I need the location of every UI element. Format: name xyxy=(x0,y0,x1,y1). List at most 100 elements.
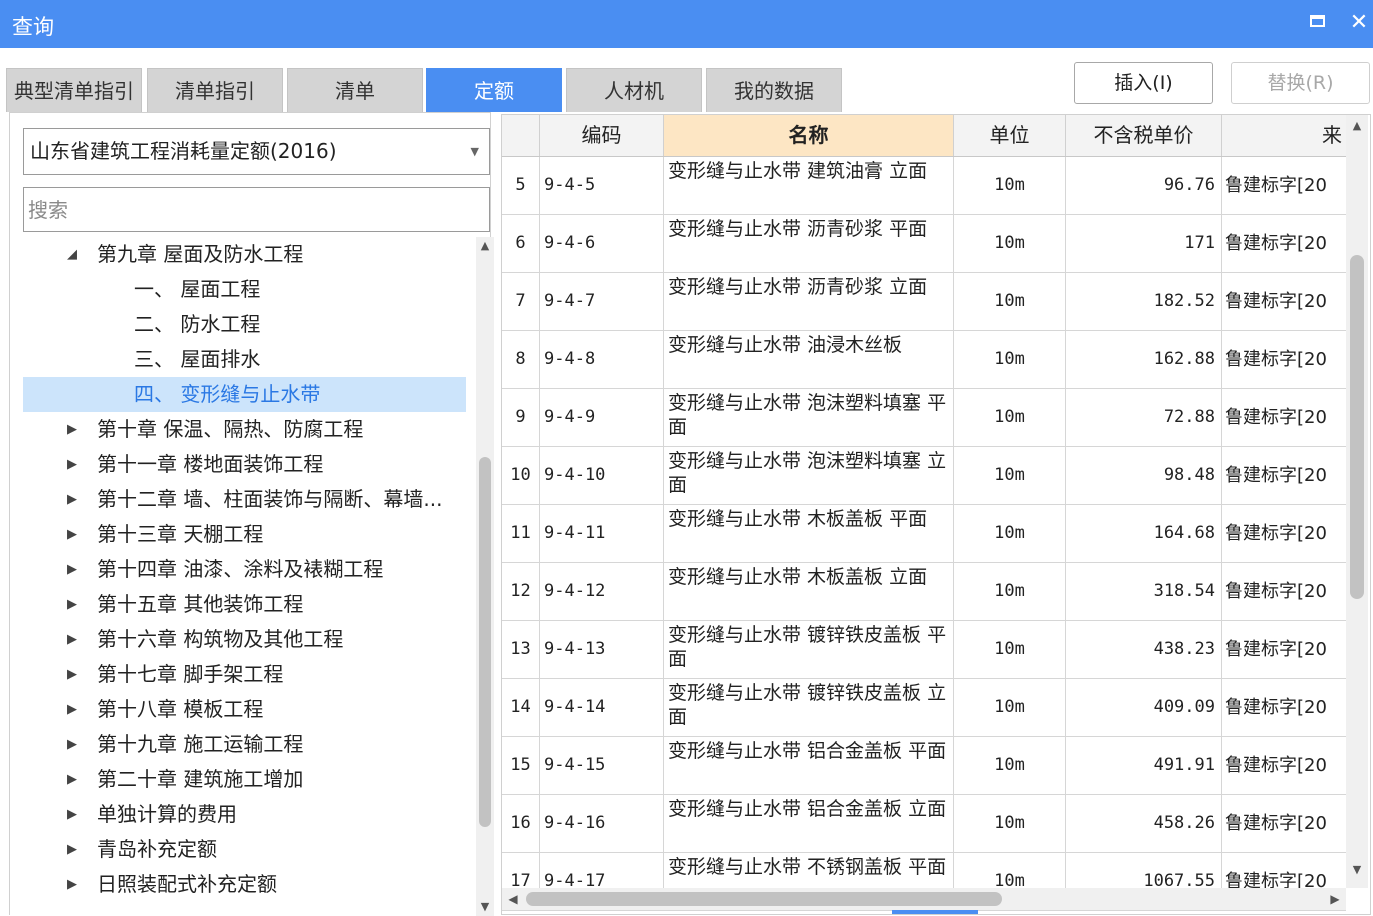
column-header-source[interactable]: 来 xyxy=(1222,115,1346,156)
tree-item[interactable]: ▶ 第十八章 模板工程 xyxy=(23,692,466,727)
cell-code: 9-4-5 xyxy=(540,157,664,214)
column-header-name[interactable]: 名称 xyxy=(664,115,954,156)
expand-icon[interactable]: ▶ xyxy=(67,412,77,447)
tree-item[interactable]: ▶ 第十二章 墙、柱面装饰与隔断、幕墙... xyxy=(23,482,466,517)
tab-list-guide[interactable]: 清单指引 xyxy=(147,68,283,112)
scroll-down-icon[interactable]: ▼ xyxy=(1348,861,1366,879)
tree-item-label: 第十八章 模板工程 xyxy=(97,697,264,721)
tree-item[interactable]: ▶ 青岛补充定额 xyxy=(23,832,466,867)
cell-index: 10 xyxy=(502,447,540,504)
tree-item[interactable]: ▶ 第十五章 其他装饰工程 xyxy=(23,587,466,622)
scrollbar-thumb[interactable] xyxy=(1350,255,1364,599)
tree-item[interactable]: ▶ 第十三章 天棚工程 xyxy=(23,517,466,552)
cell-name: 变形缝与止水带 铝合金盖板 平面 xyxy=(664,737,954,794)
expand-icon[interactable]: ▶ xyxy=(67,867,77,902)
table-row[interactable]: 6 9-4-6 变形缝与止水带 沥青砂浆 平面 10m 171 鲁建标字[20 xyxy=(502,215,1346,273)
expand-icon[interactable]: ▶ xyxy=(67,447,77,482)
cell-name: 变形缝与止水带 泡沫塑料填塞 立面 xyxy=(664,447,954,504)
table-row[interactable]: 14 9-4-14 变形缝与止水带 镀锌铁皮盖板 立面 10m 409.09 鲁建标字[2… xyxy=(502,679,1346,737)
tree-item[interactable]: 二、 防水工程 xyxy=(23,307,466,342)
scrollbar-thumb[interactable] xyxy=(526,892,1002,906)
table-row[interactable]: 11 9-4-11 变形缝与止水带 木板盖板 平面 10m 164.68 鲁建标字[20 xyxy=(502,505,1346,563)
splitter-handle[interactable] xyxy=(892,910,978,914)
tab-typical-list-guide[interactable]: 典型清单指引 xyxy=(6,68,142,112)
expand-icon[interactable]: ▶ xyxy=(67,727,77,762)
expand-icon[interactable]: ▶ xyxy=(67,692,77,727)
tree-item[interactable]: 一、 屋面工程 xyxy=(23,272,466,307)
column-header-index xyxy=(502,115,540,156)
expand-icon[interactable]: ▶ xyxy=(67,832,77,867)
left-panel: 山东省建筑工程消耗量定额(2016) ▼ ◢ 第九章 屋面及防水工程 一、 屋面… xyxy=(9,112,494,916)
tree-item-label: 第十章 保温、隔热、防腐工程 xyxy=(97,417,364,441)
tree-item-label: 第十七章 脚手架工程 xyxy=(97,662,284,686)
column-header-code[interactable]: 编码 xyxy=(540,115,664,156)
tree-item-label: 第二十章 建筑施工增加 xyxy=(97,767,304,791)
tree-item-label: 单独计算的费用 xyxy=(97,802,237,826)
table-row[interactable]: 5 9-4-5 变形缝与止水带 建筑油膏 立面 10m 96.76 鲁建标字[20 xyxy=(502,157,1346,215)
tab-labor-material-machine[interactable]: 人材机 xyxy=(566,68,702,112)
tree-item[interactable]: ▶ 单独计算的费用 xyxy=(23,797,466,832)
column-header-unit[interactable]: 单位 xyxy=(954,115,1066,156)
table-row[interactable]: 12 9-4-12 变形缝与止水带 木板盖板 立面 10m 318.54 鲁建标字[20 xyxy=(502,563,1346,621)
tree-item[interactable]: ▶ 第二十章 建筑施工增加 xyxy=(23,762,466,797)
search-input[interactable] xyxy=(23,187,490,232)
cell-index: 13 xyxy=(502,621,540,678)
expand-icon[interactable]: ▶ xyxy=(67,657,77,692)
cell-unit: 10m xyxy=(954,795,1066,852)
tree-item-selected[interactable]: 四、 变形缝与止水带 xyxy=(23,377,466,412)
scrollbar-thumb[interactable] xyxy=(479,457,491,827)
cell-source: 鲁建标字[20 xyxy=(1225,639,1327,660)
close-button[interactable]: ✕ xyxy=(1345,9,1373,37)
replace-button[interactable]: 替换(R) xyxy=(1231,62,1370,104)
tree-item[interactable]: 三、 屋面排水 xyxy=(23,342,466,377)
cell-index: 8 xyxy=(502,331,540,388)
tree-item[interactable]: ▶ 第十七章 脚手架工程 xyxy=(23,657,466,692)
expand-icon[interactable]: ▶ xyxy=(67,517,77,552)
column-header-price[interactable]: 不含税单价 xyxy=(1066,115,1222,156)
table-row[interactable]: 8 9-4-8 变形缝与止水带 油浸木丝板 10m 162.88 鲁建标字[20 xyxy=(502,331,1346,389)
table-horizontal-scrollbar[interactable]: ◀ ▶ xyxy=(502,888,1346,910)
cell-name: 变形缝与止水带 油浸木丝板 xyxy=(664,331,954,388)
library-select[interactable]: 山东省建筑工程消耗量定额(2016) ▼ xyxy=(23,128,490,175)
tab-my-data[interactable]: 我的数据 xyxy=(706,68,842,112)
insert-button[interactable]: 插入(I) xyxy=(1074,62,1213,104)
table-row[interactable]: 15 9-4-15 变形缝与止水带 铝合金盖板 平面 10m 491.91 鲁建标字[20 xyxy=(502,737,1346,795)
cell-index: 5 xyxy=(502,157,540,214)
collapse-icon[interactable]: ◢ xyxy=(67,237,77,272)
expand-icon[interactable]: ▶ xyxy=(67,762,77,797)
cell-source: 鲁建标字[20 xyxy=(1225,755,1327,776)
scroll-down-icon[interactable]: ▼ xyxy=(476,898,494,916)
tree-item[interactable]: ▶ 第十一章 楼地面装饰工程 xyxy=(23,447,466,482)
restore-button[interactable] xyxy=(1303,9,1331,37)
tree-item-label: 第十二章 墙、柱面装饰与隔断、幕墙... xyxy=(97,487,443,511)
tab-list[interactable]: 清单 xyxy=(287,68,423,112)
tree-item[interactable]: ▶ 日照装配式补充定额 xyxy=(23,867,466,902)
scroll-up-icon[interactable]: ▲ xyxy=(1348,117,1366,135)
table-row[interactable]: 7 9-4-7 变形缝与止水带 沥青砂浆 立面 10m 182.52 鲁建标字[20 xyxy=(502,273,1346,331)
scroll-up-icon[interactable]: ▲ xyxy=(476,237,494,255)
table-vertical-scrollbar[interactable]: ▲ ▼ xyxy=(1346,115,1368,888)
table-row[interactable]: 9 9-4-9 变形缝与止水带 泡沫塑料填塞 平面 10m 72.88 鲁建标字[20 xyxy=(502,389,1346,447)
tab-quota[interactable]: 定额 xyxy=(426,68,562,112)
tree-item[interactable]: ▶ 第十九章 施工运输工程 xyxy=(23,727,466,762)
scroll-right-icon[interactable]: ▶ xyxy=(1324,888,1346,910)
cell-source: 鲁建标字[20 xyxy=(1225,465,1327,486)
expand-icon[interactable]: ▶ xyxy=(67,797,77,832)
scroll-left-icon[interactable]: ◀ xyxy=(502,888,524,910)
title-bar: 查询 ✕ xyxy=(0,0,1373,48)
expand-icon[interactable]: ▶ xyxy=(67,552,77,587)
cell-source: 鲁建标字[20 xyxy=(1225,523,1327,544)
tree-item[interactable]: ◢ 第九章 屋面及防水工程 xyxy=(23,237,466,272)
cell-source: 鲁建标字[20 xyxy=(1225,813,1327,834)
cell-name: 变形缝与止水带 沥青砂浆 平面 xyxy=(664,215,954,272)
expand-icon[interactable]: ▶ xyxy=(67,587,77,622)
table-row[interactable]: 10 9-4-10 变形缝与止水带 泡沫塑料填塞 立面 10m 98.48 鲁建标字[20 xyxy=(502,447,1346,505)
expand-icon[interactable]: ▶ xyxy=(67,482,77,517)
table-row[interactable]: 16 9-4-16 变形缝与止水带 铝合金盖板 立面 10m 458.26 鲁建标字[20 xyxy=(502,795,1346,853)
tree-item[interactable]: ▶ 第十四章 油漆、涂料及裱糊工程 xyxy=(23,552,466,587)
tree-item[interactable]: ▶ 第十六章 构筑物及其他工程 xyxy=(23,622,466,657)
tree-item[interactable]: ▶ 第十章 保温、隔热、防腐工程 xyxy=(23,412,466,447)
tree-scrollbar[interactable]: ▲ ▼ xyxy=(476,237,494,916)
table-row[interactable]: 13 9-4-13 变形缝与止水带 镀锌铁皮盖板 平面 10m 438.23 鲁建标字[2… xyxy=(502,621,1346,679)
expand-icon[interactable]: ▶ xyxy=(67,622,77,657)
